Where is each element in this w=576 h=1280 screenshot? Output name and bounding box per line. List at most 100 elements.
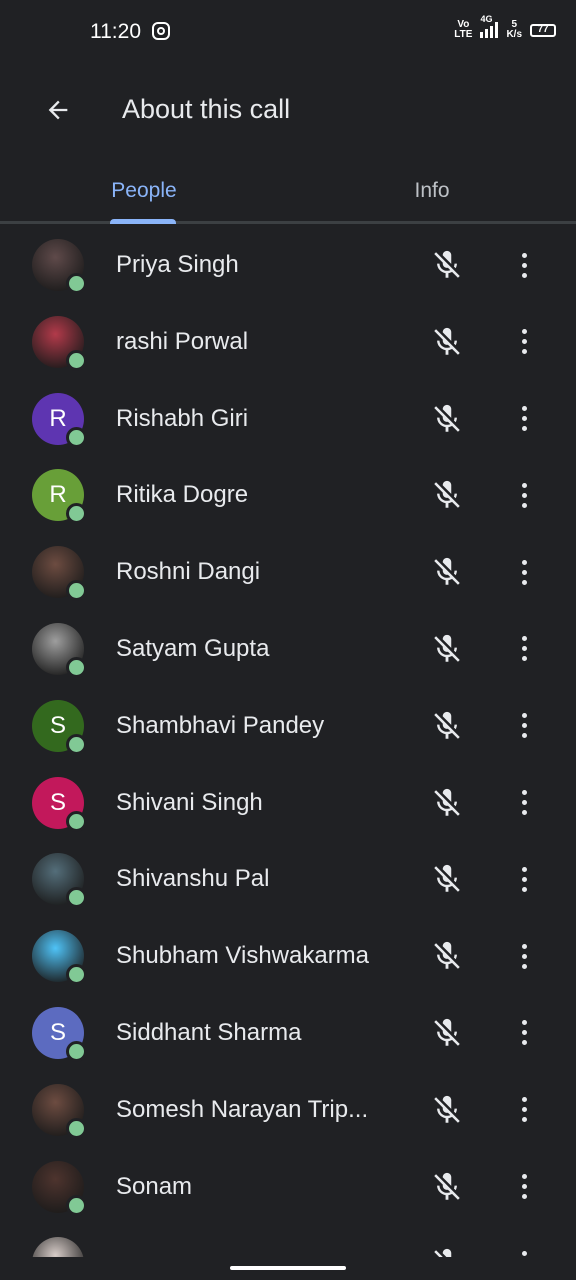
more-vert-icon bbox=[521, 1174, 527, 1200]
mic-off-icon bbox=[434, 1018, 460, 1046]
more-vert-icon bbox=[521, 1020, 527, 1046]
mute-status-button[interactable] bbox=[430, 1245, 464, 1257]
presence-dot bbox=[66, 1040, 87, 1062]
tab-active-indicator bbox=[110, 219, 176, 224]
more-options-button[interactable] bbox=[508, 322, 540, 362]
presence-dot bbox=[66, 733, 87, 755]
participant-row[interactable]: Priya Singh bbox=[0, 227, 576, 304]
mic-off-icon bbox=[434, 1095, 460, 1123]
mute-status-button[interactable] bbox=[430, 477, 464, 513]
presence-dot bbox=[66, 887, 87, 909]
participant-name: Roshni Dangi bbox=[116, 558, 261, 586]
mute-status-button[interactable] bbox=[430, 324, 464, 360]
more-options-button[interactable] bbox=[508, 1090, 540, 1130]
presence-dot bbox=[66, 1117, 87, 1139]
participant-row[interactable]: Sonam bbox=[0, 1149, 576, 1226]
more-options-button[interactable] bbox=[508, 552, 540, 592]
avatar bbox=[32, 622, 87, 678]
more-options-button[interactable] bbox=[508, 1243, 540, 1257]
more-vert-icon bbox=[521, 482, 527, 508]
avatar: S bbox=[32, 699, 87, 755]
back-button[interactable] bbox=[36, 88, 80, 132]
participant-row[interactable]: R Rishabh Giri bbox=[0, 381, 576, 458]
network-speed: 5 K/s bbox=[506, 19, 522, 40]
more-vert-icon bbox=[521, 1097, 527, 1123]
mic-off-icon bbox=[434, 327, 460, 355]
presence-dot bbox=[66, 1194, 87, 1216]
more-options-button[interactable] bbox=[508, 629, 540, 669]
gesture-nav-bar[interactable] bbox=[230, 1266, 346, 1270]
mute-status-button[interactable] bbox=[430, 1092, 464, 1128]
more-options-button[interactable] bbox=[508, 936, 540, 976]
more-options-button[interactable] bbox=[508, 475, 540, 515]
more-options-button[interactable] bbox=[508, 1167, 540, 1207]
mic-off-icon bbox=[434, 711, 460, 739]
avatar bbox=[32, 546, 87, 602]
mute-status-button[interactable] bbox=[430, 938, 464, 974]
avatar bbox=[32, 1237, 84, 1257]
more-vert-icon bbox=[521, 406, 527, 432]
mute-status-button[interactable] bbox=[430, 247, 464, 283]
participant-row[interactable]: Shivanshu Pal bbox=[0, 841, 576, 918]
app-bar: About this call bbox=[0, 72, 576, 148]
more-options-button[interactable] bbox=[508, 399, 540, 439]
participant-name: Sonam bbox=[116, 1172, 193, 1200]
participant-name: Somesh Narayan Trip... bbox=[116, 1095, 369, 1123]
participant-name: Siddhant Sharma bbox=[116, 1018, 302, 1046]
presence-dot bbox=[66, 503, 87, 525]
participant-name: Shubham Vishwakarma bbox=[116, 942, 370, 970]
avatar-initial: S bbox=[49, 1018, 66, 1046]
mute-status-button[interactable] bbox=[430, 631, 464, 667]
participant-row[interactable]: R Ritika Dogre bbox=[0, 457, 576, 534]
participant-name: Shivanshu Pal bbox=[116, 865, 270, 893]
participant-row[interactable]: Satyam Gupta bbox=[0, 611, 576, 688]
mute-status-button[interactable] bbox=[430, 708, 464, 744]
avatar: R bbox=[32, 392, 87, 448]
battery-level: 77 bbox=[537, 24, 549, 35]
more-options-button[interactable] bbox=[508, 245, 540, 285]
mic-off-icon bbox=[434, 558, 460, 585]
status-right: Vo LTE 4G 5 K/s 77 bbox=[454, 14, 556, 40]
participant-row[interactable]: Shubham Vishwakarma bbox=[0, 918, 576, 995]
status-bar: 11:20 Vo LTE 4G 5 K/s 77 bbox=[0, 0, 576, 64]
network-type: 4G bbox=[480, 14, 493, 24]
participant-name: rashi Porwal bbox=[116, 327, 249, 355]
mute-status-button[interactable] bbox=[430, 785, 464, 821]
participant-row[interactable] bbox=[0, 1225, 576, 1257]
more-options-button[interactable] bbox=[508, 1013, 540, 1053]
participant-name: Shambhavi Pandey bbox=[116, 711, 325, 739]
more-options-button[interactable] bbox=[508, 859, 540, 899]
mute-status-button[interactable] bbox=[430, 861, 464, 897]
more-vert-icon bbox=[521, 329, 527, 355]
mic-off-icon bbox=[434, 1172, 460, 1200]
more-vert-icon bbox=[521, 252, 527, 278]
participant-row[interactable]: rashi Porwal bbox=[0, 304, 576, 381]
participant-list[interactable]: Priya Singh rashi Porwal R Rishabh Giri R Rit… bbox=[0, 227, 576, 1257]
mute-status-button[interactable] bbox=[430, 554, 464, 590]
participant-name: Shivani Singh bbox=[116, 788, 263, 816]
mute-status-button[interactable] bbox=[430, 1015, 464, 1051]
more-vert-icon bbox=[521, 559, 527, 585]
more-options-button[interactable] bbox=[508, 706, 540, 746]
tab-people[interactable]: People bbox=[72, 160, 216, 224]
mute-status-button[interactable] bbox=[430, 1169, 464, 1205]
participant-row[interactable]: S Shambhavi Pandey bbox=[0, 688, 576, 765]
battery-icon: 77 bbox=[530, 23, 556, 37]
presence-dot bbox=[66, 964, 87, 986]
presence-dot bbox=[66, 349, 87, 371]
presence-dot bbox=[66, 810, 87, 832]
participant-row[interactable]: S Shivani Singh bbox=[0, 765, 576, 842]
avatar bbox=[32, 315, 87, 371]
tab-info[interactable]: Info bbox=[360, 160, 504, 221]
mute-status-button[interactable] bbox=[430, 401, 464, 437]
arrow-left-icon bbox=[48, 100, 68, 120]
more-vert-icon bbox=[521, 866, 527, 892]
participant-row[interactable]: S Siddhant Sharma bbox=[0, 995, 576, 1072]
participant-row[interactable]: Somesh Narayan Trip... bbox=[0, 1072, 576, 1149]
avatar-initial: S bbox=[49, 788, 66, 816]
avatar-initial: S bbox=[49, 711, 66, 739]
mic-off-icon bbox=[434, 942, 460, 969]
more-options-button[interactable] bbox=[508, 783, 540, 823]
more-vert-icon bbox=[521, 1250, 527, 1257]
participant-row[interactable]: Roshni Dangi bbox=[0, 534, 576, 611]
